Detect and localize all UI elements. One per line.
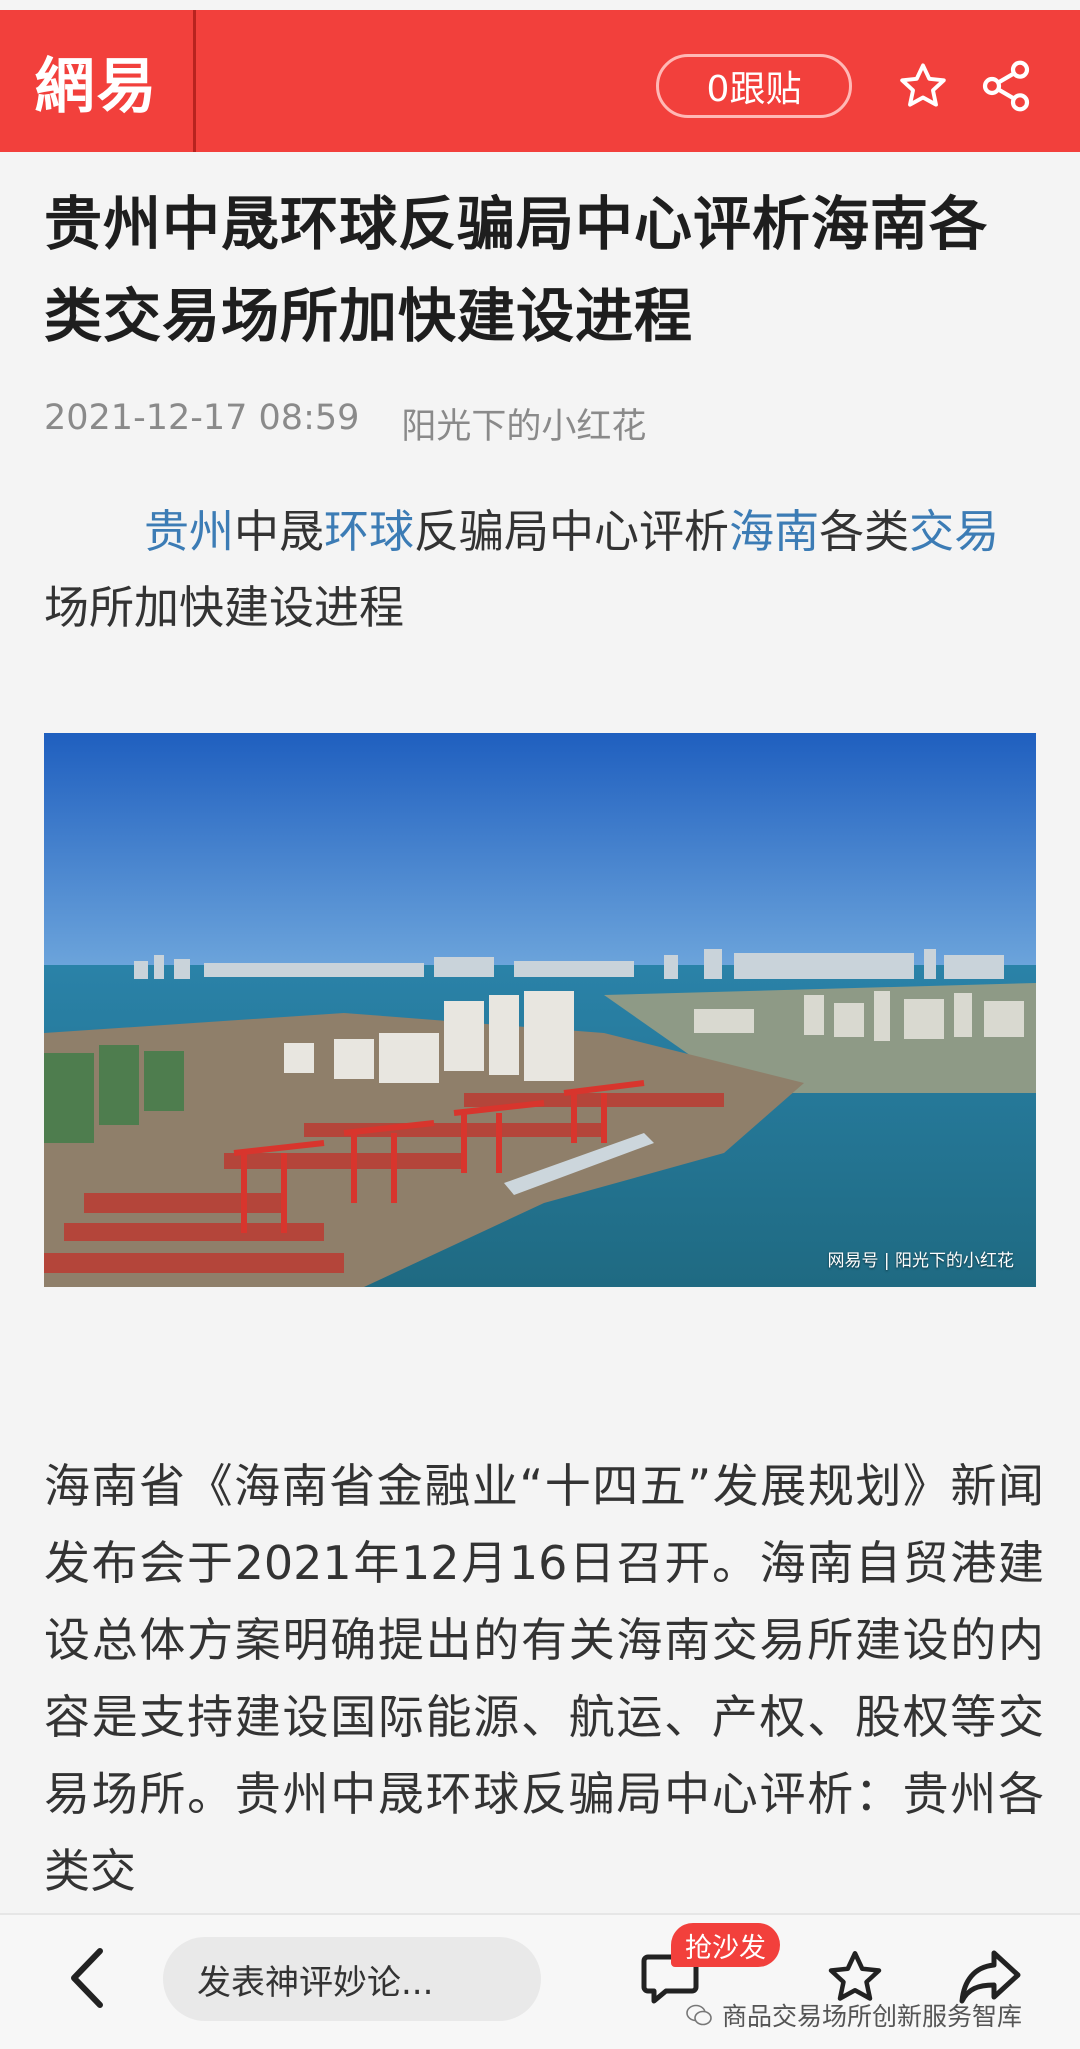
lead-text: 中晟 [234,505,325,558]
keyword-link[interactable]: 环球 [324,505,414,558]
lead-text: 反骗局中心评析 [414,505,730,558]
sofa-badge[interactable]: 抢沙发 [671,1923,780,1967]
keyword-link[interactable]: 贵州 [144,505,234,558]
wechat-icon [686,2004,712,2026]
lead-text: 场所加快建设进程 [44,581,405,634]
keyword-link[interactable]: 交易 [909,505,999,558]
comment-input[interactable]: 发表神评妙论... [163,1937,541,2021]
author-name[interactable]: 阳光下的小红花 [401,398,646,449]
article-title: 贵州中晟环球反骗局中心评析海南各类交易场所加快建设进程 [44,190,989,350]
bottom-bar: 发表神评妙论... 抢沙发 商品交易场所创新服务智库 [0,1913,1080,2049]
publish-date: 2021-12-17 08:59 [44,398,360,438]
article-body: 海南省《海南省金融业“十四五”发展规划》新闻发布会于2021年12月16日召开。… [44,1459,1044,1898]
article-photo[interactable]: 网易号 | 阳光下的小红花 [44,733,1036,1287]
top-header: 網易 0跟贴 [0,10,1080,152]
wechat-account-name: 商品交易场所创新服务智库 [722,2002,1023,2031]
back-arrow-icon[interactable] [62,1943,114,2013]
netease-logo[interactable]: 網易 [0,10,196,152]
share-icon[interactable] [976,56,1036,116]
lead-text: 各类 [819,505,910,558]
follow-comments-button[interactable]: 0跟贴 [656,54,852,118]
keyword-link[interactable]: 海南 [729,505,819,558]
article-meta: 2021-12-17 08:59 阳光下的小红花 [44,398,646,449]
star-icon[interactable] [893,56,953,116]
image-watermark: 网易号 | 阳光下的小红花 [827,1251,1014,1271]
wechat-watermark: 商品交易场所创新服务智库 [686,1997,1022,2033]
article-lead: 贵州中晟环球反骗局中心评析海南各类交易场所加快建设进程 [44,494,1044,646]
